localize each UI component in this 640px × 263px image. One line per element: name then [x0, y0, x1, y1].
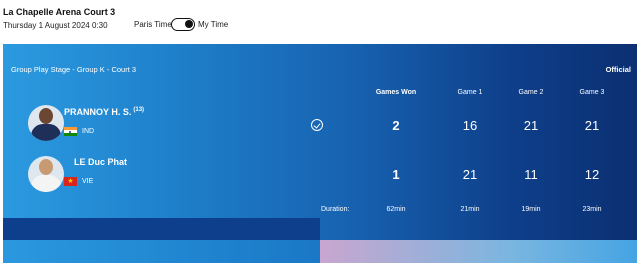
match-header: La Chapelle Arena Court 3 Thursday 1 Aug…	[0, 0, 640, 44]
player-1-game-1: 16	[462, 118, 478, 133]
duration-label: Duration:	[321, 206, 350, 213]
player-1-name-text: PRANNOY H. S.	[64, 107, 132, 117]
paris-time-label[interactable]: Paris Time	[134, 20, 172, 29]
card-footer-strip	[3, 218, 320, 240]
match-datetime: Thursday 1 August 2024 0:30	[3, 21, 108, 30]
stage-label: Group Play Stage - Group K - Court 3	[11, 65, 137, 74]
timezone-toggle[interactable]	[171, 18, 195, 31]
toggle-knob	[185, 20, 193, 28]
duration-game-3: 23min	[582, 206, 602, 213]
player-1-name[interactable]: PRANNOY H. S. (13)	[64, 107, 144, 117]
player-2-avatar	[28, 156, 64, 192]
col-game-3: Game 3	[579, 89, 605, 96]
col-game-2: Game 2	[518, 89, 544, 96]
match-card[interactable]: Group Play Stage - Group K - Court 3 Off…	[3, 44, 637, 240]
player-1-country: IND	[82, 128, 95, 135]
venue-title: La Chapelle Arena Court 3	[3, 7, 116, 17]
player-2-country: VIE	[82, 178, 94, 185]
col-games-won: Games Won	[375, 89, 417, 96]
duration-game-1: 21min	[460, 206, 480, 213]
status-badge: Official	[605, 65, 631, 74]
check-circle-icon	[311, 119, 323, 131]
player-1-seed: (13)	[133, 107, 145, 113]
vietnam-flag-icon: ★	[64, 177, 77, 186]
player-2-games-won: 1	[392, 167, 400, 182]
next-card-band	[3, 240, 637, 263]
player-2-game-2: 11	[524, 167, 538, 182]
my-time-label[interactable]: My Time	[198, 20, 228, 29]
duration-total: 62min	[386, 206, 406, 213]
player-1-game-2: 21	[523, 118, 539, 133]
col-game-1: Game 1	[457, 89, 483, 96]
player-1-avatar	[28, 105, 64, 141]
duration-game-2: 19min	[521, 206, 541, 213]
player-1-game-3: 21	[584, 118, 600, 133]
player-2-game-3: 12	[584, 167, 600, 182]
player-1-games-won: 2	[392, 118, 400, 133]
india-flag-icon	[64, 127, 77, 136]
player-2-game-1: 21	[462, 167, 478, 182]
player-2-name[interactable]: LE Duc Phat	[74, 157, 127, 167]
